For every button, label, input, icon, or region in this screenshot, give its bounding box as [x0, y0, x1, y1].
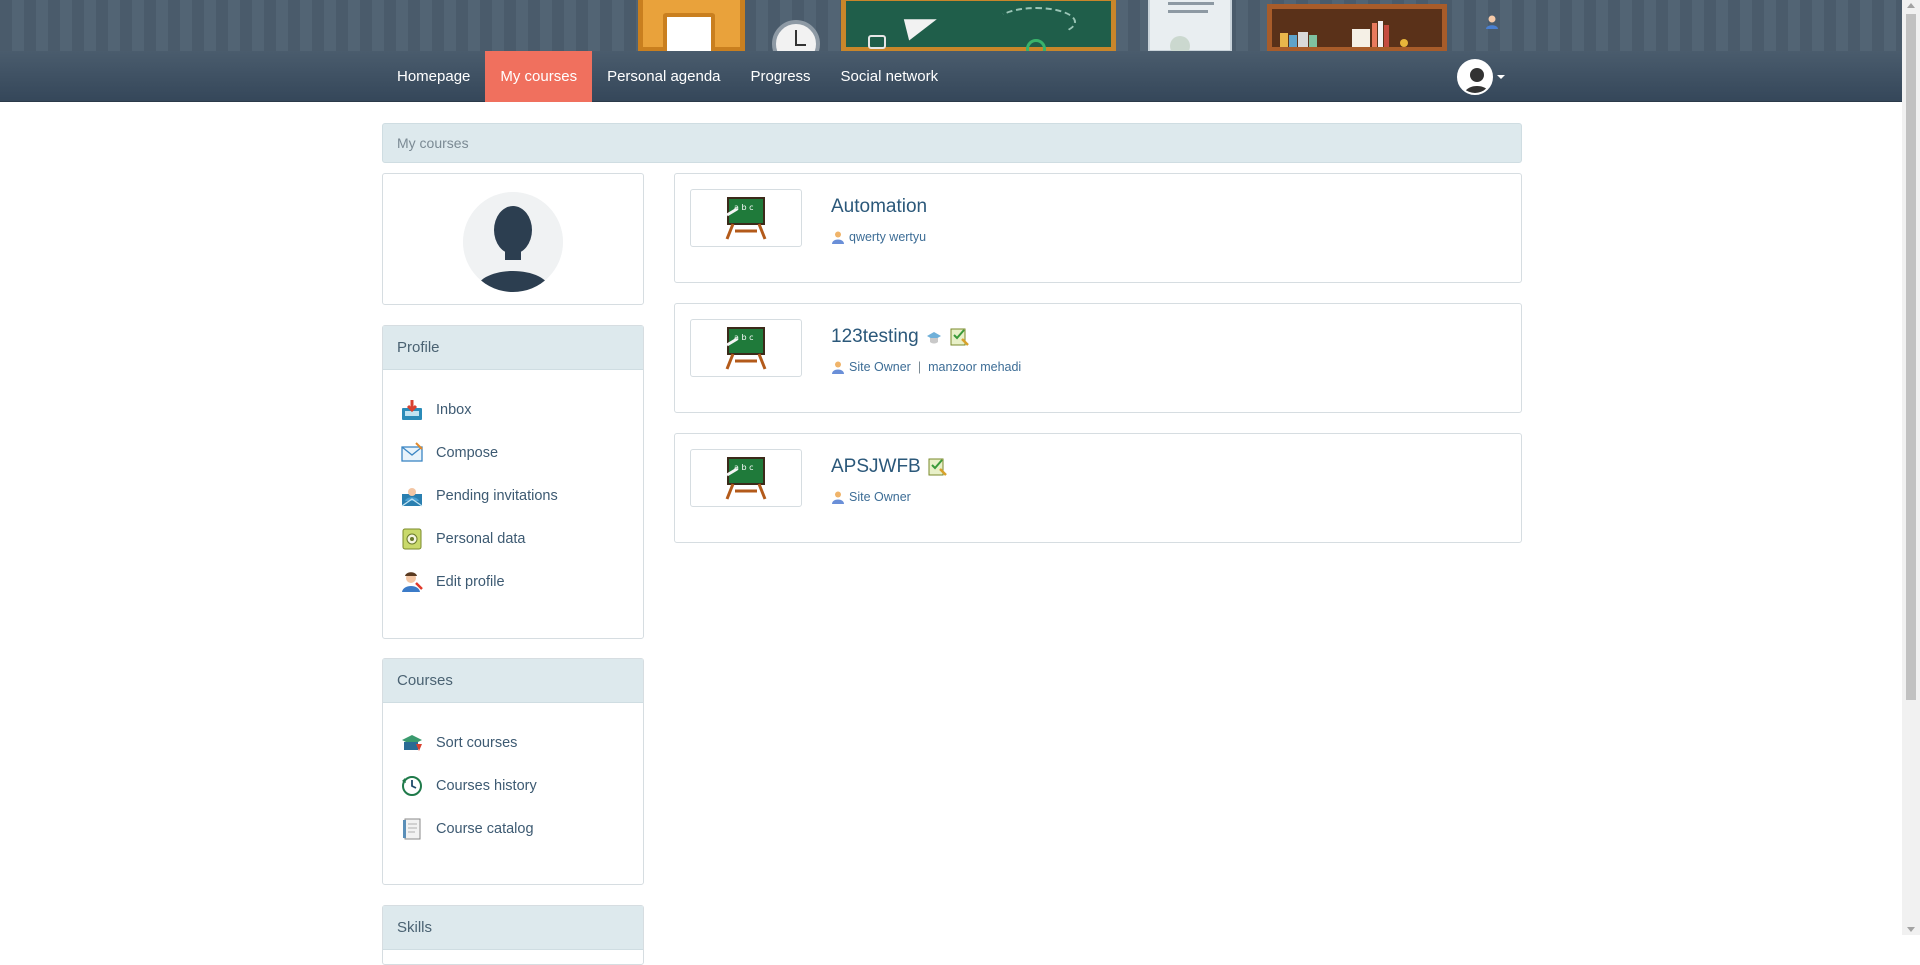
menu-item-inbox[interactable]: Inbox: [401, 388, 643, 431]
teacher-link[interactable]: Site Owner: [849, 490, 911, 504]
teacher-separator: |: [917, 360, 922, 374]
courses-panel-title: Courses: [383, 659, 643, 703]
breadcrumb: My courses: [382, 123, 1522, 163]
course-edit-icon[interactable]: [927, 457, 947, 477]
menu-item-label: Inbox: [436, 401, 472, 418]
chalkboard-icon: a b c: [725, 457, 767, 500]
main-navbar: Homepage My courses Personal agenda Prog…: [0, 51, 1902, 102]
menu-item-label: Personal data: [436, 530, 526, 547]
teacher-icon: [832, 231, 844, 244]
teacher-link[interactable]: qwerty wertyu: [849, 230, 926, 244]
avatar[interactable]: [463, 192, 563, 292]
user-menu-toggle[interactable]: [1457, 59, 1505, 95]
nav-my-courses[interactable]: My courses: [485, 51, 593, 102]
course-thumbnail[interactable]: a b c: [690, 319, 802, 377]
course-card: a b c 123testing Site Owner | manzoor me…: [674, 303, 1522, 413]
course-title[interactable]: APSJWFB: [831, 456, 947, 478]
menu-item-label: Sort courses: [436, 734, 518, 751]
chalkboard-icon: a b c: [725, 197, 767, 240]
teacher-icon: [832, 491, 844, 504]
menu-item-label: Edit profile: [436, 573, 505, 590]
menu-item-pending-invitations[interactable]: Pending invitations: [401, 474, 643, 517]
header-banner: [0, 0, 1902, 51]
menu-item-edit-profile[interactable]: Edit profile: [401, 560, 643, 603]
courses-panel: Courses Sort courses Courses history Cou…: [382, 658, 644, 885]
profile-panel: Profile Inbox Compose Pending invitation…: [382, 325, 644, 639]
menu-item-label: Course catalog: [436, 820, 534, 837]
scroll-up-arrow-icon[interactable]: [1907, 3, 1915, 8]
menu-item-sort-courses[interactable]: Sort courses: [401, 721, 643, 764]
breadcrumb-current: My courses: [397, 135, 469, 151]
invitation-icon: [401, 485, 423, 507]
menu-item-course-catalog[interactable]: Course catalog: [401, 807, 643, 850]
course-title[interactable]: Automation: [831, 196, 927, 218]
profile-panel-title: Profile: [383, 326, 643, 370]
course-title-text: Automation: [831, 196, 928, 217]
user-mini-icon: [1486, 15, 1498, 29]
skills-panel: Skills: [382, 905, 644, 965]
nav-progress[interactable]: Progress: [736, 51, 826, 102]
menu-item-courses-history[interactable]: Courses history: [401, 764, 643, 807]
sort-courses-icon: [401, 732, 423, 754]
menu-item-personal-data[interactable]: Personal data: [401, 517, 643, 560]
course-thumbnail[interactable]: a b c: [690, 449, 802, 507]
personal-data-icon: [401, 528, 423, 550]
menu-item-label: Pending invitations: [436, 487, 558, 504]
course-teachers: Site Owner | manzoor mehadi: [831, 360, 1021, 374]
paper-illustration: [1148, 0, 1232, 51]
course-title-text: APSJWFB: [831, 456, 921, 477]
clock-illustration: [772, 20, 820, 51]
scrollbar-thumb[interactable]: [1906, 14, 1916, 700]
course-teachers: qwerty wertyu: [831, 230, 926, 244]
course-session-icon[interactable]: [925, 328, 943, 346]
menu-item-label: Courses history: [436, 777, 537, 794]
course-card: a b c Automation qwerty wertyu: [674, 173, 1522, 283]
user-avatar-icon: [1459, 61, 1491, 93]
course-thumbnail[interactable]: a b c: [690, 189, 802, 247]
nav-personal-agenda[interactable]: Personal agenda: [592, 51, 735, 102]
teacher-link[interactable]: Site Owner: [849, 360, 911, 374]
door-illustration: [638, 0, 745, 51]
course-edit-icon[interactable]: [949, 327, 969, 347]
menu-item-label: Compose: [436, 444, 499, 461]
user-avatar-box: [382, 173, 644, 305]
skills-panel-title: Skills: [383, 906, 643, 950]
history-icon: [401, 775, 423, 797]
inbox-icon: [401, 399, 423, 421]
edit-profile-icon: [401, 571, 423, 593]
catalog-icon: [401, 818, 423, 840]
page-scrollbar[interactable]: [1902, 0, 1920, 935]
teacher-icon: [832, 361, 844, 374]
user-silhouette-icon: [463, 192, 563, 292]
course-card: a b c APSJWFB Site Owner: [674, 433, 1522, 543]
chevron-down-icon: [1497, 75, 1505, 79]
nav-homepage[interactable]: Homepage: [382, 51, 485, 102]
course-title[interactable]: 123testing: [831, 326, 969, 348]
menu-item-compose[interactable]: Compose: [401, 431, 643, 474]
chalkboard-illustration: [841, 0, 1116, 51]
chalkboard-icon: a b c: [725, 327, 767, 370]
course-title-text: 123testing: [831, 326, 919, 347]
nav-social-network[interactable]: Social network: [826, 51, 954, 102]
avatar: [1457, 59, 1493, 95]
bookshelf-illustration: [1267, 4, 1447, 51]
course-teachers: Site Owner: [831, 490, 911, 504]
main-nav: Homepage My courses Personal agenda Prog…: [382, 51, 953, 102]
teacher-link[interactable]: manzoor mehadi: [928, 360, 1021, 374]
scroll-down-arrow-icon[interactable]: [1907, 927, 1915, 932]
envelope-icon: [401, 441, 423, 464]
